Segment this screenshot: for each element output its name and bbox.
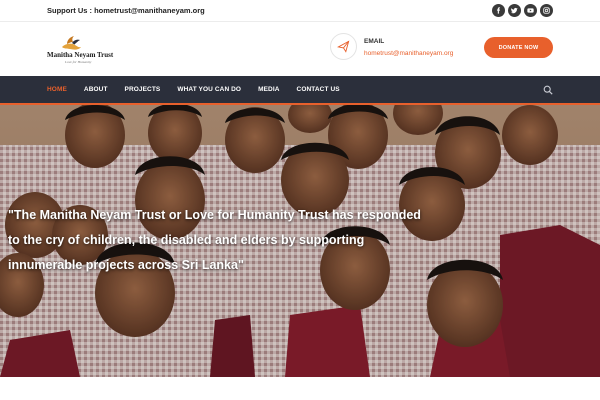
hero-quote-line-2: to the cry of children, the disabled and…	[8, 233, 365, 247]
donate-now-button[interactable]: DONATE NOW	[484, 37, 553, 58]
logo-tagline: Love for Humanity	[65, 60, 92, 64]
page-below-hero	[0, 377, 600, 400]
instagram-icon[interactable]	[540, 4, 553, 17]
site-header: Manitha Neyam Trust Love for Humanity EM…	[0, 22, 600, 76]
search-icon[interactable]	[543, 85, 553, 95]
facebook-icon[interactable]	[492, 4, 505, 17]
nav-item-what-you-can-do[interactable]: WHAT YOU CAN DO	[177, 86, 241, 93]
dove-hand-logo-icon	[62, 36, 81, 50]
logo-name: Manitha Neyam Trust	[47, 51, 114, 59]
top-bar: Support Us : hometrust@manithaneyam.org	[0, 0, 600, 22]
nav-item-home[interactable]: HOME	[47, 86, 67, 93]
nav-item-projects[interactable]: PROJECTS	[125, 86, 161, 93]
social-links	[492, 4, 553, 17]
nav-item-contact-us[interactable]: CONTACT US	[297, 86, 340, 93]
nav-item-media[interactable]: MEDIA	[258, 86, 279, 93]
main-nav: HOME ABOUT PROJECTS WHAT YOU CAN DO MEDI…	[0, 76, 600, 103]
hero-banner: "The Manitha Neyam Trust or Love for Hum…	[0, 105, 600, 377]
email-link[interactable]: hometrust@manithaneyam.org	[364, 50, 453, 57]
support-text: Support Us : hometrust@manithaneyam.org	[47, 6, 205, 15]
twitter-icon[interactable]	[508, 4, 521, 17]
nav-item-about[interactable]: ABOUT	[84, 86, 108, 93]
email-label: EMAIL	[364, 38, 385, 45]
site-logo[interactable]: Manitha Neyam Trust Love for Humanity	[47, 35, 117, 65]
hero-quote: "The Manitha Neyam Trust or Love for Hum…	[8, 203, 478, 278]
email-icon	[330, 33, 357, 60]
youtube-icon[interactable]	[524, 4, 537, 17]
hero-quote-line-3: innumerable projects across Sri Lanka"	[8, 258, 244, 272]
hero-quote-line-1: "The Manitha Neyam Trust or Love for Hum…	[8, 208, 421, 222]
